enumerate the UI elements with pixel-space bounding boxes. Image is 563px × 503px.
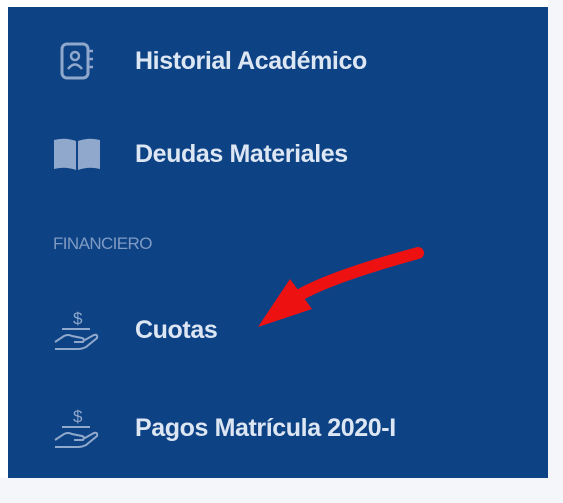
sidebar-item-label: Historial Académico [135, 46, 367, 75]
hand-dollar-icon: $ [50, 401, 104, 455]
sidebar: Historial Académico Deudas Materiales FI… [8, 7, 548, 478]
student-record-icon [50, 34, 104, 88]
sidebar-item-deudas-materiales[interactable]: Deudas Materiales [8, 124, 548, 184]
svg-text:$: $ [73, 309, 83, 328]
sidebar-item-label: Pagos Matrícula 2020-I [135, 413, 396, 442]
bottom-edge [0, 478, 563, 503]
sidebar-item-label: Cuotas [135, 315, 218, 344]
sidebar-item-historial-academico[interactable]: Historial Académico [8, 31, 548, 91]
sidebar-item-label: Deudas Materiales [135, 139, 348, 168]
section-title-financiero: FINANCIERO [53, 234, 152, 253]
sidebar-item-cuotas[interactable]: $ Cuotas [8, 300, 548, 360]
page: Historial Académico Deudas Materiales FI… [0, 0, 563, 503]
svg-text:$: $ [73, 407, 83, 426]
content-area-edge [548, 0, 563, 503]
hand-dollar-icon: $ [50, 303, 104, 357]
sidebar-item-pagos-matricula[interactable]: $ Pagos Matrícula 2020-I [8, 398, 548, 458]
book-icon [50, 127, 104, 181]
